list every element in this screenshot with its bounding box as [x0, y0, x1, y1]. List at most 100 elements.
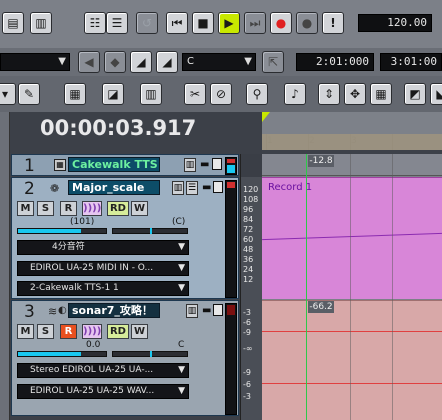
track-name[interactable]: sonar7_攻略！	[68, 303, 160, 318]
track-select[interactable]: ▼	[0, 53, 70, 71]
mute-tool-button[interactable]: ⊘	[210, 83, 232, 105]
add-marker-button[interactable]: ◢	[130, 51, 152, 73]
key-offset-select[interactable]: 4分音符 ▼	[17, 240, 189, 255]
play-icon: ▶	[224, 16, 234, 30]
view-options-button[interactable]: ▥	[140, 83, 162, 105]
arrow-left-icon: ◀	[84, 55, 94, 69]
midi-clip[interactable]: Record 1	[262, 177, 442, 299]
output-select[interactable]: EDIROL UA-25 UA-25 WAV... ▼	[17, 384, 189, 399]
select-tool-button[interactable]: ▾	[0, 83, 16, 105]
maximize-icon[interactable]	[212, 158, 222, 170]
input-select[interactable]: EDIROL UA-25 MIDI IN - O... ▼	[17, 261, 189, 276]
output-select[interactable]: 2-Cakewalk TTS-1 1 ▼	[17, 281, 189, 296]
back-button[interactable]: ◀	[78, 51, 100, 73]
snapshot-button[interactable]: ◩	[404, 83, 426, 105]
time-from-field[interactable]: 2:01:000	[296, 53, 374, 71]
maximize-icon[interactable]	[213, 181, 223, 193]
audio-scale-label: -9	[243, 368, 251, 377]
strip-icon[interactable]: ▥	[172, 181, 184, 195]
extra-tool-button[interactable]: ◣	[430, 83, 442, 105]
track-2[interactable]: 2 ❁ Major_scale ▥ ☰ ▬ M S R )))) RD W (1…	[11, 177, 239, 299]
track-meter	[225, 303, 237, 415]
input-select[interactable]: Stereo EDIROL UA-25 UA-... ▼	[17, 363, 189, 378]
tempo-field[interactable]: 120.00	[358, 14, 432, 32]
timeline-ruler[interactable]: 1 2 3	[262, 112, 442, 154]
end-button[interactable]: ⏭	[244, 12, 266, 34]
audio-scale-button[interactable]: ♪	[284, 83, 306, 105]
read-automation-button[interactable]: RD	[107, 324, 129, 339]
mute-button[interactable]: M	[17, 324, 34, 339]
console-view-button[interactable]: ▤	[2, 12, 24, 34]
split-tool-button[interactable]: ✂	[184, 83, 206, 105]
now-time-cursor[interactable]	[306, 154, 307, 420]
midi-scale: 120 108 96 84 72 60 48 36 24 12	[241, 177, 263, 300]
draw-tool-button[interactable]: ✎	[18, 83, 40, 105]
input-echo-button[interactable]: ))))	[82, 201, 102, 216]
snap-select[interactable]: C ▼	[182, 53, 256, 71]
left-splitter[interactable]	[0, 112, 10, 420]
panic-button[interactable]: !	[322, 12, 344, 34]
mixer-view-button[interactable]: ☷	[84, 12, 106, 34]
stop-button[interactable]: ■	[192, 12, 214, 34]
waveform-icon: ≋	[48, 305, 58, 318]
loop-region[interactable]	[262, 134, 442, 150]
pan-slider[interactable]	[112, 228, 188, 234]
fit-project-button[interactable]: ✥	[344, 83, 366, 105]
midi-marker-flag[interactable]: -12.8	[308, 155, 334, 167]
marker-strip[interactable]	[262, 112, 442, 134]
audio-marker-flag[interactable]: -66.2	[308, 301, 334, 313]
pan-indicator	[150, 351, 152, 357]
track-3[interactable]: 3 ≋ ◐ sonar7_攻略！ ▥ ▬ M S R )))) RD W 0.0…	[11, 300, 239, 416]
snap-value: C	[187, 56, 194, 67]
time-to-field[interactable]: 3:01:00	[380, 53, 442, 71]
loop-start-marker-icon[interactable]	[262, 112, 270, 122]
write-automation-button[interactable]: W	[131, 324, 148, 339]
pan-slider[interactable]	[112, 351, 188, 357]
marker-list-button[interactable]: ◢	[156, 51, 178, 73]
track-name[interactable]: Cakewalk TTS	[68, 157, 160, 172]
time-display[interactable]: 00:00:03.917	[40, 116, 196, 140]
clips-pane[interactable]: Record 1 -12.8 -66.2	[262, 154, 442, 420]
volume-slider[interactable]	[17, 351, 107, 357]
volume-slider[interactable]	[17, 228, 107, 234]
minimize-icon[interactable]: ▬	[202, 182, 211, 193]
track-1-lane[interactable]	[262, 154, 442, 176]
record-arm-button[interactable]: R	[60, 201, 77, 216]
minimize-icon[interactable]: ▬	[202, 305, 211, 316]
envelope-tool-button[interactable]: ◪	[102, 83, 124, 105]
maximize-icon[interactable]	[213, 304, 223, 316]
zoom-tool-button[interactable]: ⚲	[246, 83, 268, 105]
grid-button[interactable]: ▦	[64, 83, 86, 105]
keyboard-button[interactable]: ▦	[370, 83, 392, 105]
audio-clip[interactable]	[262, 300, 442, 420]
select-tool-button[interactable]: ⇱	[262, 51, 284, 73]
track-meter	[225, 157, 237, 175]
marker-button[interactable]: ◆	[104, 51, 126, 73]
scissors-icon: ✂	[189, 87, 201, 101]
strip-icon[interactable]: ▥	[186, 304, 198, 318]
record-mode-button[interactable]: ●	[296, 12, 318, 34]
event-list-button[interactable]: ☰	[106, 12, 128, 34]
track-name[interactable]: Major_scale	[68, 180, 160, 195]
record-button[interactable]: ●	[270, 12, 292, 34]
loop-button[interactable]: ↺	[136, 12, 158, 34]
write-automation-button[interactable]: W	[131, 201, 148, 216]
list-icon[interactable]: ☰	[186, 181, 198, 195]
rewind-button[interactable]: ⏮	[166, 12, 188, 34]
transport-toolbar: ▤ ▥ ☷ ☰ ↺ ⏮ ■ ▶ ⏭ ● ● ! 120.00	[0, 0, 442, 48]
strip-icon[interactable]: ▥	[184, 158, 196, 172]
fit-tracks-button[interactable]: ⇕	[318, 83, 340, 105]
input-echo-button[interactable]: ))))	[82, 324, 102, 339]
play-button[interactable]: ▶	[218, 12, 240, 34]
minimize-icon[interactable]: ▬	[200, 159, 209, 170]
track-1[interactable]: 1 ▦ Cakewalk TTS ▥ ▬	[11, 154, 239, 176]
piano-roll-view-button[interactable]: ▥	[30, 12, 52, 34]
solo-button[interactable]: S	[37, 201, 54, 216]
record-arm-button[interactable]: R	[60, 324, 77, 339]
tools-toolbar: ▾ ✎ ▦ ◪ ▥ ✂ ⊘ ⚲ ♪ ⇕ ✥ ▦ ◩ ◣	[0, 76, 442, 112]
solo-button[interactable]: S	[37, 324, 54, 339]
scale-strip-spacer	[241, 154, 263, 177]
midi-scale-label: 96	[243, 205, 254, 214]
read-automation-button[interactable]: RD	[107, 201, 129, 216]
mute-button[interactable]: M	[17, 201, 34, 216]
